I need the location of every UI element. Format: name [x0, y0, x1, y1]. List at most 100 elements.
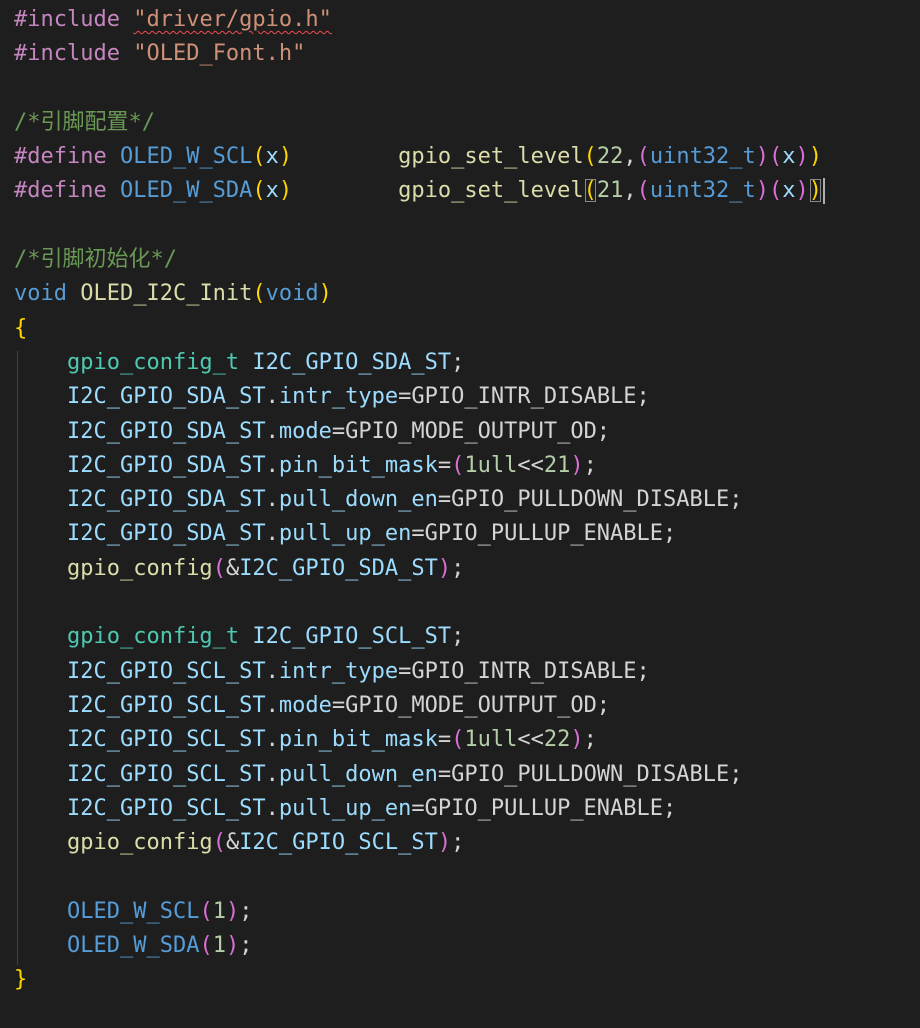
code-token: #include — [14, 7, 120, 32]
code-token: =GPIO_INTR_DISABLE; — [398, 658, 650, 684]
code-line[interactable]: I2C_GPIO_SDA_ST.mode=GPIO_MODE_OUTPUT_OD… — [0, 415, 920, 449]
code-token: , — [623, 144, 637, 170]
code-line[interactable]: I2C_GPIO_SCL_ST.pull_up_en=GPIO_PULLUP_E… — [0, 792, 920, 826]
code-line[interactable] — [0, 860, 920, 894]
code-token: ; — [451, 349, 465, 375]
code-token: I2C_GPIO_SCL_ST — [66, 727, 266, 753]
code-editor[interactable]: #include "driver/gpio.h" #include "OLED_F… — [0, 3, 920, 1028]
code-token: I2C_GPIO_SDA_ST — [239, 555, 438, 581]
code-token: I2C_GPIO_SCL_ST — [239, 830, 438, 856]
code-token: mode — [278, 418, 332, 444]
code-line[interactable]: { — [0, 312, 920, 346]
code-line[interactable]: void OLED_I2C_Init(void) — [0, 277, 920, 311]
code-line[interactable]: #define OLED_W_SDA(x) gpio_set_level(21,… — [0, 174, 920, 208]
code-token: ( — [212, 555, 226, 581]
code-token: 1ull — [464, 727, 518, 753]
code-line[interactable]: I2C_GPIO_SCL_ST.mode=GPIO_MODE_OUTPUT_OD… — [0, 689, 920, 723]
code-line[interactable]: gpio_config_t I2C_GPIO_SCL_ST; — [0, 620, 920, 654]
code-line[interactable]: /*引脚配置*/ — [0, 106, 920, 140]
code-token: ) — [570, 452, 584, 478]
code-token: uint32_t — [649, 144, 756, 170]
code-token: 21 — [543, 452, 571, 478]
code-token: pin_bit_mask — [278, 452, 438, 478]
code-lines[interactable]: #include "driver/gpio.h" #include "OLED_F… — [0, 3, 920, 998]
code-token: ( — [451, 727, 465, 753]
code-token: & — [225, 830, 240, 856]
code-line[interactable]: I2C_GPIO_SDA_ST.pull_down_en=GPIO_PULLDO… — [0, 483, 920, 517]
code-token: gpio_set_level — [398, 144, 584, 170]
code-token: I2C_GPIO_SDA_ST — [66, 452, 266, 478]
code-line[interactable]: I2C_GPIO_SDA_ST.intr_type=GPIO_INTR_DISA… — [0, 380, 920, 414]
code-token: . — [265, 692, 279, 718]
code-token: . — [265, 418, 279, 444]
code-line[interactable] — [0, 586, 920, 620]
code-token: << — [517, 452, 544, 478]
code-line[interactable]: gpio_config_t I2C_GPIO_SDA_ST; — [0, 346, 920, 380]
code-line[interactable]: } — [0, 963, 920, 997]
code-token: 21 — [596, 178, 624, 204]
code-token: ( — [769, 144, 783, 170]
code-line[interactable] — [0, 209, 920, 243]
code-token: gpio_config — [66, 830, 213, 856]
code-line[interactable]: I2C_GPIO_SDA_ST.pull_up_en=GPIO_PULLUP_E… — [0, 517, 920, 551]
code-line[interactable]: #define OLED_W_SCL(x) gpio_set_level(22,… — [0, 140, 920, 174]
code-token: ) — [225, 898, 240, 924]
code-token: void — [14, 281, 67, 307]
code-token: gpio_config_t — [66, 624, 240, 650]
code-token: OLED_W_SCL — [119, 144, 253, 170]
code-line[interactable]: #include "OLED_Font.h" — [0, 37, 920, 71]
code-line[interactable]: I2C_GPIO_SCL_ST.intr_type=GPIO_INTR_DISA… — [0, 655, 920, 689]
code-token: ( — [252, 178, 266, 204]
code-token: ( — [636, 144, 650, 170]
code-token: I2C_GPIO_SCL_ST — [66, 761, 266, 787]
code-token: ) — [437, 830, 452, 856]
code-line[interactable]: I2C_GPIO_SCL_ST.pin_bit_mask=(1ull<<22); — [0, 723, 920, 757]
code-line[interactable]: I2C_GPIO_SDA_ST.pin_bit_mask=(1ull<<21); — [0, 449, 920, 483]
code-line[interactable]: gpio_config(&I2C_GPIO_SDA_ST); — [0, 552, 920, 586]
code-token: gpio_config_t — [66, 349, 240, 375]
code-token: I2C_GPIO_SCL_ST — [66, 692, 266, 718]
code-line[interactable]: gpio_config(&I2C_GPIO_SCL_ST); — [0, 826, 920, 860]
code-token: . — [265, 487, 279, 513]
code-line[interactable]: OLED_W_SDA(1); — [0, 929, 920, 963]
code-line[interactable] — [0, 72, 920, 106]
code-token: I2C_GPIO_SDA_ST — [66, 418, 266, 444]
code-line[interactable]: OLED_W_SCL(1); — [0, 895, 920, 929]
code-token: =GPIO_PULLDOWN_DISABLE; — [437, 761, 743, 787]
code-token: 22 — [543, 727, 571, 753]
code-line[interactable]: #include "driver/gpio.h" — [0, 3, 920, 37]
code-token: 1 — [212, 933, 226, 959]
code-token: =GPIO_PULLDOWN_DISABLE; — [437, 487, 743, 513]
code-token: pull_down_en — [278, 487, 438, 513]
code-token: pin_bit_mask — [278, 727, 438, 753]
code-token: ( — [252, 281, 266, 307]
code-token: ( — [583, 178, 597, 204]
code-token: ( — [451, 452, 465, 478]
code-token: ( — [769, 178, 783, 204]
code-token: ; — [583, 727, 597, 753]
code-token: I2C_GPIO_SCL_ST — [66, 795, 266, 821]
code-token: ( — [212, 830, 226, 856]
code-token: ; — [451, 830, 465, 856]
code-token: void — [265, 281, 319, 307]
code-line[interactable]: /*引脚初始化*/ — [0, 243, 920, 277]
code-line[interactable]: I2C_GPIO_SCL_ST.pull_down_en=GPIO_PULLDO… — [0, 758, 920, 792]
code-token: #define — [14, 144, 107, 170]
code-token: x — [782, 144, 796, 170]
code-token: =GPIO_INTR_DISABLE; — [398, 384, 650, 410]
